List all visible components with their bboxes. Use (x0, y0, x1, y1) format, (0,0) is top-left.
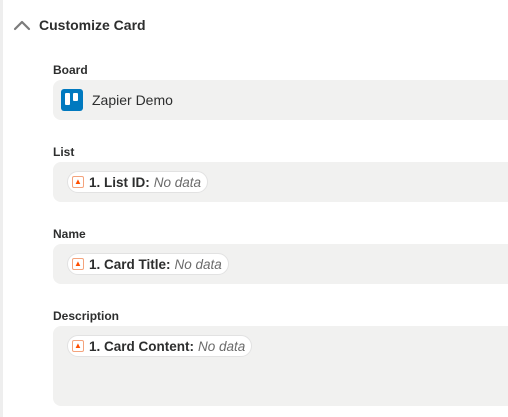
section-rule (0, 0, 3, 417)
pill-value: No data (198, 338, 246, 354)
pill-key: 1. Card Title: (89, 256, 171, 272)
name-label: Name (53, 227, 86, 241)
list-data-pill[interactable]: ▲ 1. List ID: No data (67, 171, 209, 193)
pill-value: No data (174, 256, 222, 272)
name-data-pill[interactable]: ▲ 1. Card Title: No data (67, 253, 229, 275)
section-title: Customize Card (39, 17, 146, 33)
section-toggle[interactable]: Customize Card (13, 13, 146, 37)
chevron-up-icon (13, 20, 31, 31)
pill-value: No data (153, 174, 202, 190)
step-app-icon: ▲ (72, 340, 84, 352)
pill-key: 1. Card Content: (89, 338, 195, 354)
trello-icon (61, 89, 83, 111)
description-data-pill[interactable]: ▲ 1. Card Content: No data (67, 335, 253, 357)
list-label: List (53, 145, 75, 159)
board-select[interactable]: Zapier Demo (53, 80, 508, 120)
name-field[interactable]: ▲ 1. Card Title: No data (53, 244, 508, 284)
pill-key: 1. List ID: (89, 174, 150, 190)
description-label: Description (53, 309, 120, 323)
board-value: Zapier Demo (92, 92, 173, 108)
description-field[interactable]: ▲ 1. Card Content: No data (53, 326, 508, 406)
board-label: Board (53, 63, 88, 77)
step-app-icon: ▲ (72, 176, 84, 188)
step-app-icon: ▲ (72, 258, 84, 270)
list-field[interactable]: ▲ 1. List ID: No data (53, 162, 508, 202)
